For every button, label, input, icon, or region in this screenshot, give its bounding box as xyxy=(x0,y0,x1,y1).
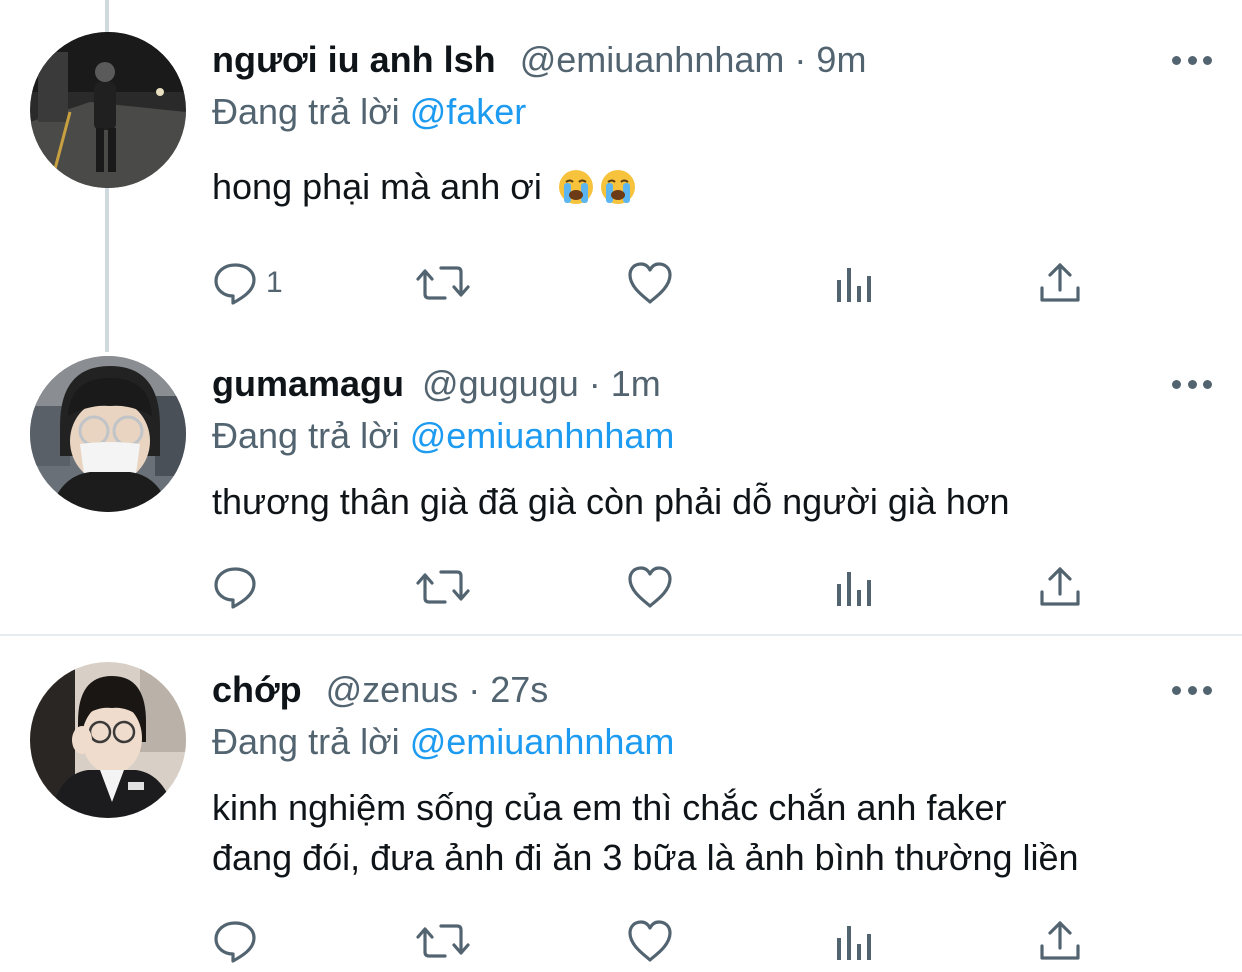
retweet-button[interactable] xyxy=(415,562,471,612)
display-name[interactable]: ngươi iu anh lsh xyxy=(212,39,496,80)
tweet-actions xyxy=(212,562,1112,612)
more-dots-icon[interactable] xyxy=(1172,680,1212,700)
mention-link[interactable]: @emiuanhnham xyxy=(410,415,675,456)
tweet-actions xyxy=(212,916,1112,966)
display-name[interactable]: chớp xyxy=(212,669,302,710)
share-upload-icon xyxy=(1038,918,1082,964)
user-handle[interactable]: @zenus xyxy=(326,669,459,710)
heart-icon xyxy=(626,918,674,964)
heart-icon xyxy=(626,564,674,610)
loudly-crying-face-icon xyxy=(558,168,594,218)
reply-count: 1 xyxy=(266,266,283,299)
tweet-text-line: đang đói, đưa ảnh đi ăn 3 bữa là ảnh bìn… xyxy=(212,837,1079,878)
mention-link[interactable]: @emiuanhnham xyxy=(410,721,675,762)
tweet-3[interactable]: chớp @zenus · 27s Đang trả lời @emiuanhn… xyxy=(0,636,1242,972)
share-button[interactable] xyxy=(1038,916,1082,966)
share-button[interactable] xyxy=(1038,562,1082,612)
views-button[interactable] xyxy=(834,562,878,612)
heart-icon xyxy=(626,260,674,306)
retweet-button[interactable] xyxy=(415,258,471,308)
mention-link[interactable]: @faker xyxy=(410,91,527,132)
reply-button[interactable] xyxy=(212,916,258,966)
tweet-text: thương thân già đã già còn phải dỗ người… xyxy=(212,477,1222,527)
timestamp[interactable]: 1m xyxy=(611,363,661,404)
avatar[interactable] xyxy=(30,356,186,512)
tweet-header: ngươi iu anh lsh @emiuanhnham · 9m xyxy=(212,38,866,82)
timestamp[interactable]: 9m xyxy=(816,39,866,80)
retweet-icon xyxy=(415,918,471,964)
separator-dot: · xyxy=(794,39,807,80)
loudly-crying-face-icon xyxy=(600,168,636,218)
replying-prefix: Đang trả lời xyxy=(212,721,400,762)
bar-chart-icon xyxy=(834,564,878,610)
tweet-actions: 1 xyxy=(212,258,1112,308)
like-button[interactable] xyxy=(626,916,674,966)
tweet-text: hong phại mà anh ơi xyxy=(212,162,1222,218)
tweet-2[interactable]: gumamagu @gugugu · 1m Đang trả lời @emiu… xyxy=(0,352,1242,636)
tweet-text-content: hong phại mà anh ơi xyxy=(212,166,542,207)
user-handle[interactable]: @gugugu xyxy=(422,363,579,404)
user-handle[interactable]: @emiuanhnham xyxy=(520,39,785,80)
retweet-icon xyxy=(415,564,471,610)
comment-bubble-icon xyxy=(212,564,258,610)
separator-dot: · xyxy=(588,363,601,404)
share-button[interactable] xyxy=(1038,258,1082,308)
share-upload-icon xyxy=(1038,260,1082,306)
views-button[interactable] xyxy=(834,916,878,966)
share-upload-icon xyxy=(1038,564,1082,610)
tweet-header: gumamagu @gugugu · 1m xyxy=(212,362,661,406)
bar-chart-icon xyxy=(834,918,878,964)
like-button[interactable] xyxy=(626,562,674,612)
tweet-text-line: kinh nghiệm sống của em thì chắc chắn an… xyxy=(212,787,1007,828)
bar-chart-icon xyxy=(834,260,878,306)
replying-to: Đang trả lời @faker xyxy=(212,90,526,134)
views-button[interactable] xyxy=(834,258,878,308)
reply-button[interactable]: 1 xyxy=(212,258,283,308)
like-button[interactable] xyxy=(626,258,674,308)
more-dots-icon[interactable] xyxy=(1172,50,1212,70)
comment-bubble-icon xyxy=(212,918,258,964)
display-name[interactable]: gumamagu xyxy=(212,363,404,404)
avatar[interactable] xyxy=(30,662,186,818)
tweet-text-content: thương thân già đã già còn phải dỗ người… xyxy=(212,481,1010,522)
timestamp[interactable]: 27s xyxy=(490,669,548,710)
comment-bubble-icon xyxy=(212,260,258,306)
separator-dot: · xyxy=(468,669,481,710)
tweet-1[interactable]: ngươi iu anh lsh @emiuanhnham · 9m Đang … xyxy=(0,0,1242,352)
retweet-icon xyxy=(415,260,471,306)
replying-prefix: Đang trả lời xyxy=(212,91,400,132)
replying-to: Đang trả lời @emiuanhnham xyxy=(212,720,674,764)
avatar[interactable] xyxy=(30,32,186,188)
replying-to: Đang trả lời @emiuanhnham xyxy=(212,414,674,458)
more-dots-icon[interactable] xyxy=(1172,374,1212,394)
reply-button[interactable] xyxy=(212,562,258,612)
tweet-text: kinh nghiệm sống của em thì chắc chắn an… xyxy=(212,783,1222,883)
retweet-button[interactable] xyxy=(415,916,471,966)
replying-prefix: Đang trả lời xyxy=(212,415,400,456)
tweet-header: chớp @zenus · 27s xyxy=(212,668,548,712)
